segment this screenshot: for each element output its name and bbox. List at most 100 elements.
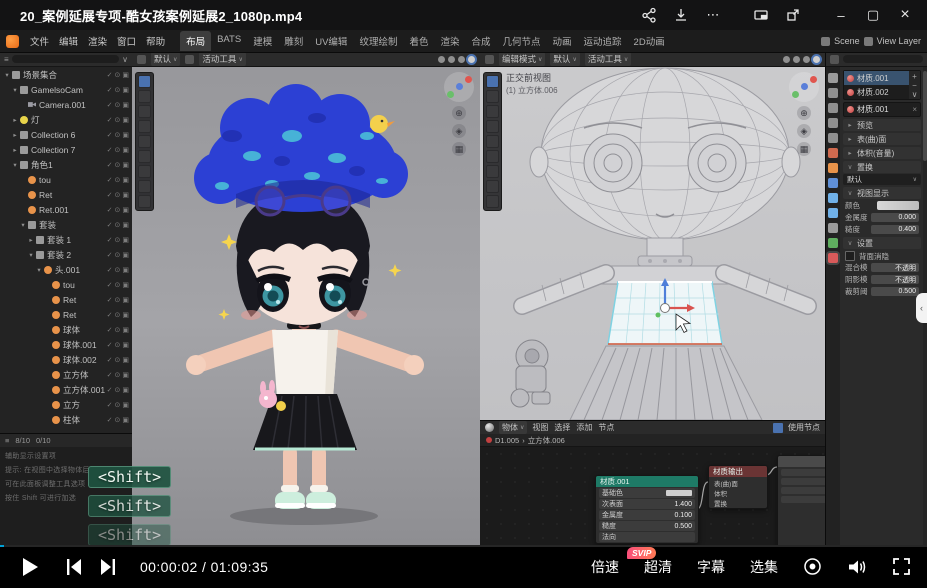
- selectable-icon: ✓: [107, 191, 113, 199]
- video-frame[interactable]: 文件编辑渲染窗口帮助 布局BATS建模雕刻UV编辑纹理绘制着色渲染合成几何节点动…: [0, 30, 927, 545]
- disclosure-icon: ▾: [3, 71, 11, 79]
- outliner-item-icon: [52, 416, 60, 424]
- menu-item: 窗口: [112, 32, 141, 50]
- object-tab-icon: [828, 163, 838, 173]
- outliner-row: ▾ 角色1 ✓ ⊙ ▣: [0, 157, 132, 172]
- node-socket-row: 体积: [712, 488, 764, 497]
- eye-icon: ⊙: [115, 191, 121, 199]
- minimize-button[interactable]: –: [825, 3, 857, 27]
- render-visibility-icon: ▣: [122, 341, 129, 349]
- outliner-item-label: Collection 6: [31, 130, 107, 140]
- editor-type-icon: [137, 55, 146, 64]
- render-visibility-icon: ▣: [122, 416, 129, 424]
- eye-icon: ⊙: [115, 296, 121, 304]
- snap-target-dropdown: 活动工具 ∨: [585, 52, 631, 66]
- navigation-gizmo-icon: [444, 72, 474, 102]
- workspace-tab: 建模: [247, 31, 278, 51]
- chevron-down-icon: ∨: [520, 424, 524, 431]
- seek-bar[interactable]: [0, 545, 927, 547]
- outliner-item-icon: [52, 281, 60, 289]
- disclosure-icon: ▾: [19, 221, 27, 229]
- eye-icon: ⊙: [115, 251, 121, 259]
- render-visibility-icon: ▣: [122, 221, 129, 229]
- selectable-icon: ✓: [107, 206, 113, 214]
- scale-tool: [486, 150, 499, 163]
- chevron-right-icon: ▸: [846, 149, 854, 157]
- menu-item: 帮助: [141, 32, 170, 50]
- outliner-item-icon: [20, 146, 28, 154]
- workspace-tab: 2D动画: [628, 31, 671, 51]
- render-visibility-icon: ▣: [122, 131, 129, 139]
- more-options-icon[interactable]: ⋯: [697, 3, 729, 27]
- side-drawer-handle[interactable]: ‹: [916, 293, 927, 323]
- pan-icon: ◈: [452, 124, 466, 138]
- chevron-down-icon: ∨: [238, 56, 242, 63]
- subtitles-button[interactable]: 字幕: [697, 557, 725, 577]
- eye-icon: ⊙: [115, 311, 121, 319]
- render-visibility-icon: ▣: [122, 371, 129, 379]
- previous-button[interactable]: [66, 559, 83, 575]
- hint-text-line: 辅助显示设置项: [5, 451, 127, 461]
- node-menu-item: 视图: [532, 422, 548, 433]
- render-visibility-icon: ▣: [122, 251, 129, 259]
- property-row: 裁剪阈值 0.500: [843, 286, 921, 297]
- record-icon[interactable]: [803, 557, 822, 576]
- menu-item: 文件: [25, 32, 54, 50]
- annotate-tool: [138, 180, 151, 193]
- viewport-rendered-header: 默认 ∨ 活动工具 ∨: [132, 52, 480, 67]
- render-visibility-icon: ▣: [122, 161, 129, 169]
- outliner-item-label: GamelsoCam: [31, 85, 107, 95]
- chevron-down-icon: ∨: [538, 56, 542, 63]
- popout-icon[interactable]: [777, 3, 809, 27]
- shader-type-dropdown: 物体 ∨: [499, 421, 527, 434]
- fullscreen-icon[interactable]: [892, 557, 911, 576]
- node-socket-row: 置换: [712, 498, 764, 507]
- node-param-row: 基础色: [599, 488, 695, 498]
- render-visibility-icon: ▣: [122, 386, 129, 394]
- pip-icon[interactable]: [745, 3, 777, 27]
- outliner-item-icon: [12, 71, 20, 79]
- share-icon[interactable]: [633, 3, 665, 27]
- material-properties: 材质.001 材质.002 + −: [840, 67, 927, 545]
- maximize-button[interactable]: ▢: [857, 3, 889, 27]
- workspace-tab: 纹理绘制: [353, 31, 403, 51]
- disclosure-icon: ▾: [11, 86, 19, 94]
- add-slot-icon: +: [912, 72, 917, 81]
- outliner-item-icon: [36, 251, 44, 259]
- playback-speed-button[interactable]: 倍速: [591, 557, 619, 577]
- outliner-item-label: 球体: [63, 324, 107, 336]
- node-menu-item: 节点: [598, 422, 614, 433]
- close-button[interactable]: ×: [889, 3, 921, 27]
- disclosure-icon: ▾: [11, 161, 19, 169]
- data-tab-icon: [828, 238, 838, 248]
- eye-icon: ⊙: [115, 146, 121, 154]
- outliner-item-icon: [28, 206, 36, 214]
- render-visibility-icon: ▣: [122, 401, 129, 409]
- material-sphere-icon: [847, 89, 854, 96]
- view-layer-tab-icon: [828, 118, 838, 128]
- next-button[interactable]: [99, 559, 116, 575]
- selectable-icon: ✓: [107, 146, 113, 154]
- node-param-row: 法向: [599, 532, 695, 542]
- eye-icon: ⊙: [115, 101, 121, 109]
- measure-tool: [486, 195, 499, 208]
- selectable-icon: ✓: [107, 371, 113, 379]
- quality-button[interactable]: SVIP 超清: [644, 557, 672, 577]
- render-visibility-icon: ▣: [122, 176, 129, 184]
- outliner-header: ≡ ∨: [0, 52, 132, 67]
- outliner-item-icon: [28, 221, 36, 229]
- download-icon[interactable]: [665, 3, 697, 27]
- eye-icon: ⊙: [115, 161, 121, 169]
- video-title: 20_案例延展专项-酷女孩案例延展2_1080p.mp4: [20, 6, 302, 25]
- play-button[interactable]: [22, 557, 40, 577]
- outliner-item-label: 套装 1: [47, 234, 107, 246]
- keystroke-label: <Shift>: [88, 466, 171, 488]
- outliner-row: Ret.001 ✓ ⊙ ▣: [0, 202, 132, 217]
- disclosure-icon: ▸: [11, 131, 19, 139]
- volume-icon[interactable]: [847, 558, 867, 576]
- episodes-button[interactable]: 选集: [750, 557, 778, 577]
- properties-header: [826, 52, 927, 67]
- view-layer-icon: [864, 37, 873, 46]
- render-visibility-icon: ▣: [122, 146, 129, 154]
- render-visibility-icon: ▣: [122, 71, 129, 79]
